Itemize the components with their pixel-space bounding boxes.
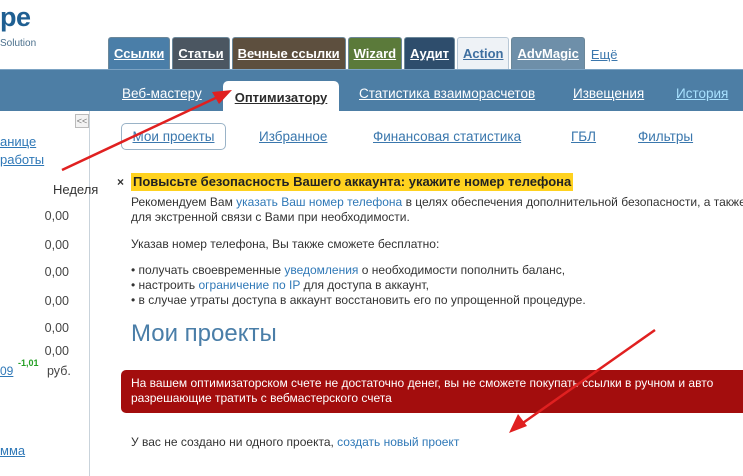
sidebar-link-page[interactable]: анице	[0, 134, 36, 149]
currency-label: руб.	[47, 364, 71, 378]
list-item: в случае утраты доступа в аккаунт восста…	[131, 293, 586, 308]
add-phone-link[interactable]: указать Ваш номер телефона	[236, 195, 402, 209]
create-project-link[interactable]: создать новый проект	[337, 435, 459, 449]
logo-subtitle: Solution	[0, 38, 37, 49]
week-label: Неделя	[53, 182, 99, 197]
tab-articles[interactable]: Статьи	[172, 37, 230, 69]
warning-line: На вашем оптимизаторском счете не достат…	[131, 376, 714, 390]
list-text: получать своевременные	[138, 263, 285, 277]
tab-audit[interactable]: Аудит	[404, 37, 456, 69]
tab-advmagic[interactable]: AdvMagic	[511, 37, 585, 69]
sidebar-balance-link[interactable]: 09	[0, 364, 13, 378]
nav-webmaster[interactable]: Веб-мастеру	[122, 86, 202, 101]
subnav-gbl[interactable]: ГБЛ	[571, 129, 596, 144]
sidebar-value: 0,00	[44, 209, 69, 223]
alert-headline: Повысьте безопасность Вашего аккаунта: у…	[131, 173, 574, 191]
list-text: о необходимости пополнить баланс,	[358, 263, 566, 277]
empty-text: У вас не создано ни одного проекта,	[131, 435, 338, 449]
empty-projects-message: У вас не создано ни одного проекта, созд…	[131, 435, 459, 449]
list-text: для доступа в аккаунт,	[300, 278, 429, 292]
sidebar-value: 0,00	[44, 294, 69, 308]
alert-text-part: Рекомендуем Вам	[131, 195, 237, 209]
sidebar-value: 0,00	[44, 265, 69, 279]
nav-notices[interactable]: Извещения	[573, 86, 644, 101]
tab-action[interactable]: Action	[457, 37, 510, 69]
warning-line: разрешающие тратить с вебмастерского сче…	[131, 391, 392, 405]
tab-wizard[interactable]: Wizard	[347, 37, 403, 69]
sidebar-value: 0,00	[44, 321, 69, 335]
page-title: Мои проекты	[131, 320, 277, 347]
alert-benefits-list: получать своевременные уведомления о нео…	[131, 263, 586, 308]
more-link[interactable]: Ещё	[587, 47, 618, 69]
collapse-icon[interactable]: <<	[75, 114, 89, 128]
sidebar-value: 0,00	[44, 344, 69, 358]
main-nav: Веб-мастеру Оптимизатору Статистика взаи…	[0, 69, 743, 113]
list-text: настроить	[138, 278, 199, 292]
sidebar-link-sum[interactable]: мма	[0, 443, 25, 458]
notifications-link[interactable]: уведомления	[284, 263, 358, 277]
sidebar-value: 0,00	[44, 238, 69, 252]
logo-text: pe	[0, 2, 31, 32]
nav-optimizer[interactable]: Оптимизатору	[223, 81, 339, 113]
alert-benefits-intro: Указав номер телефона, Вы также сможете …	[131, 237, 440, 251]
nav-stats[interactable]: Статистика взаиморасчетов	[359, 86, 535, 101]
balance-warning: На вашем оптимизаторском счете не достат…	[121, 370, 743, 413]
subnav-my-projects[interactable]: Мои проекты	[121, 123, 226, 150]
sidebar-link-work[interactable]: работы	[0, 152, 44, 167]
subnav-finance[interactable]: Финансовая статистика	[373, 129, 521, 144]
alert-text: Рекомендуем Вам указать Ваш номер телефо…	[131, 195, 743, 225]
nav-history[interactable]: История	[676, 86, 728, 101]
tab-eternal-links[interactable]: Вечные ссылки	[231, 37, 346, 69]
tab-links[interactable]: Ссылки	[108, 37, 171, 69]
list-item: настроить ограничение по IP для доступа …	[131, 278, 586, 293]
subnav-filters[interactable]: Фильтры	[638, 129, 693, 144]
close-icon[interactable]: ×	[117, 175, 124, 189]
ip-restriction-link[interactable]: ограничение по IP	[198, 278, 300, 292]
subnav-favorites[interactable]: Избранное	[259, 129, 327, 144]
sidebar-delta: -1,01	[18, 358, 39, 368]
logo[interactable]: pe Solution	[0, 0, 100, 60]
service-tabs: Ссылки Статьи Вечные ссылки Wizard Аудит…	[108, 37, 618, 69]
sidebar: << анице работы Неделя 0,00 0,00 0,00 0,…	[0, 111, 98, 476]
list-item: получать своевременные уведомления о нео…	[131, 263, 586, 278]
